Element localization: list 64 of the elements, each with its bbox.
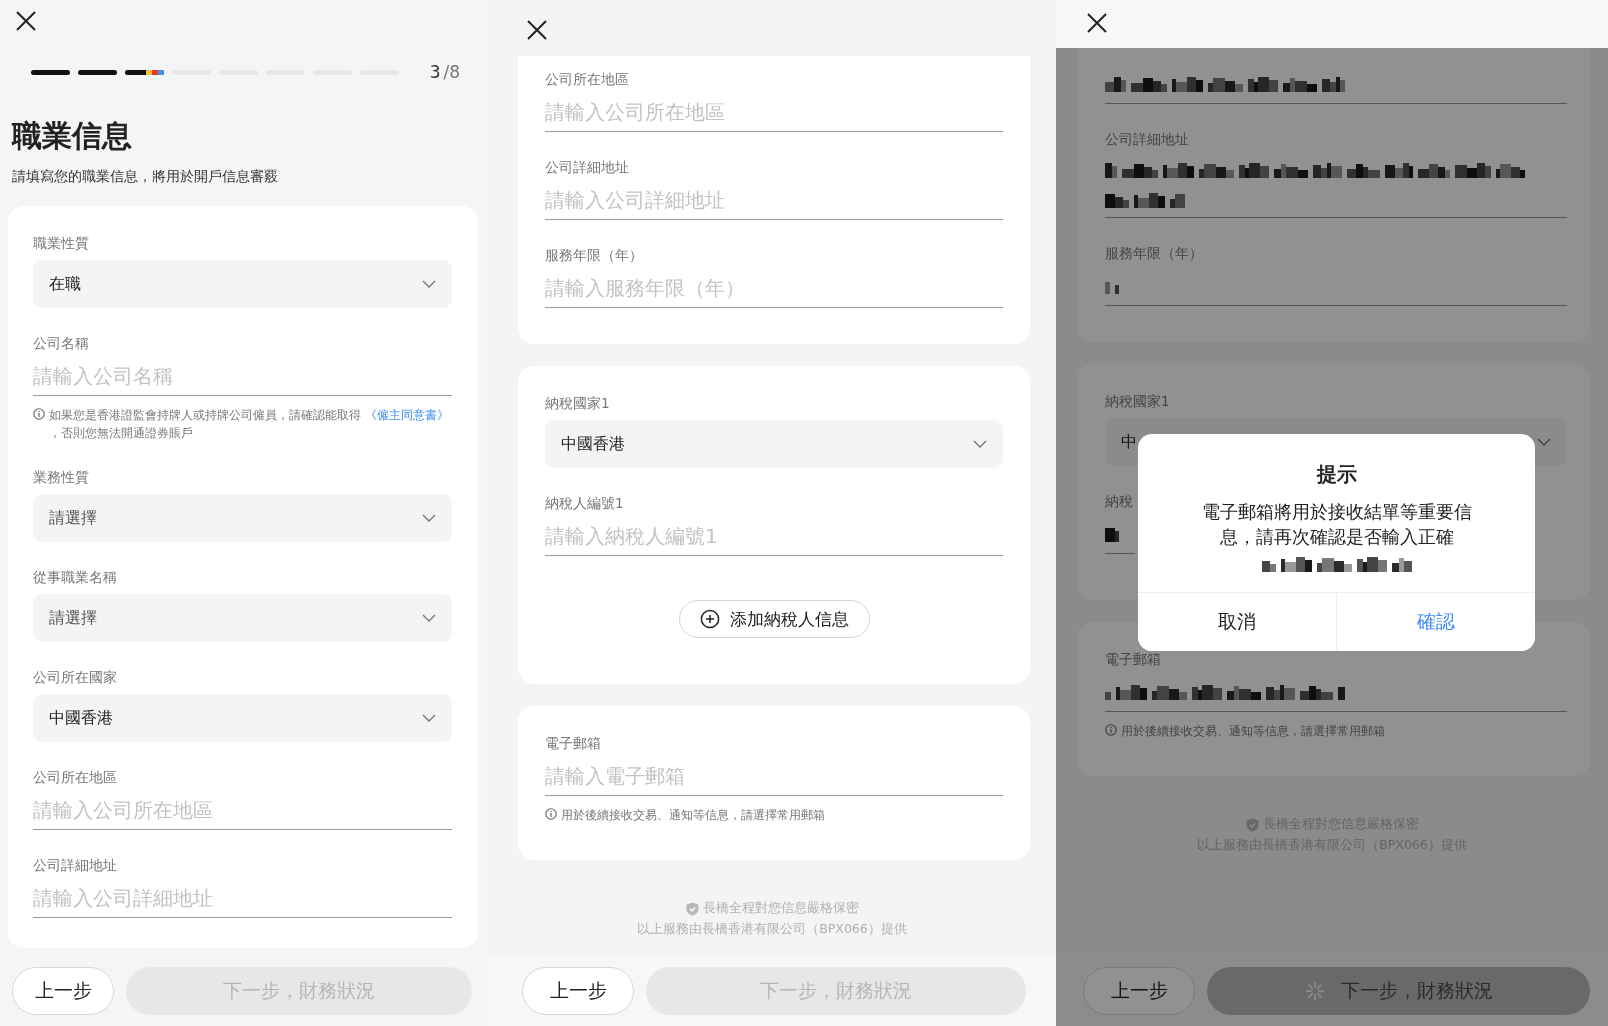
dialog-title: 提示 (1315, 461, 1358, 488)
input-field[interactable]: 請輸入公司所在地區 (33, 790, 452, 830)
input-field[interactable]: 請輸入納稅人編號1 (545, 516, 1003, 556)
field-label: 公司名稱 (33, 334, 90, 352)
field-label: 職業性質 (33, 234, 90, 252)
field-label: 公司所在地區 (33, 768, 118, 786)
step-total: /8 (443, 62, 460, 82)
shield-check-icon (1245, 817, 1259, 832)
field-label: 納稅國家1 (545, 394, 611, 412)
field-label: 納稅國家1 (1105, 392, 1171, 410)
dialog-message: 電子郵箱將用於接收結單等重要信息，請再次確認是否輸入正確 (1200, 501, 1473, 549)
select-field[interactable]: 中國香港 (33, 694, 452, 742)
plus-circle-icon (699, 609, 720, 629)
back-button[interactable]: 上一步 (1083, 966, 1195, 1015)
field-label: 服務年限（年） (1105, 244, 1204, 262)
info-icon (1105, 724, 1117, 736)
chevron-down-icon (422, 514, 436, 522)
hint-text: 用於後續接收交易、通知等信息，請選擇常用郵箱 (561, 807, 825, 824)
input-field[interactable]: 請輸入電子郵箱 (545, 756, 1003, 796)
chevron-down-icon (973, 440, 987, 448)
chevron-down-icon (422, 280, 436, 288)
privacy-text: 長橋全程對您信息嚴格保密 (702, 900, 859, 917)
field-label: 納稅人編號1 (545, 494, 625, 512)
input-field[interactable]: 請輸入公司詳細地址 (33, 878, 452, 918)
field-label: 業務性質 (33, 468, 90, 486)
input-field[interactable]: 請輸入服務年限（年） (545, 268, 1003, 308)
add-taxpayer-button[interactable]: 添加納稅人信息 (678, 600, 870, 638)
input-field[interactable]: 請輸入公司詳細地址 (545, 180, 1003, 220)
back-button[interactable]: 上一步 (12, 966, 114, 1015)
chevron-down-icon (1537, 438, 1551, 446)
select-field[interactable]: 中國香港 (545, 420, 1003, 468)
page-title: 職業信息 (12, 117, 133, 155)
input-field[interactable]: 請輸入公司名稱 (33, 356, 452, 396)
info-icon (545, 808, 557, 820)
field-label: 從事職業名稱 (33, 568, 118, 586)
select-field[interactable]: 在職 (33, 260, 452, 308)
field-label: 公司詳細地址 (545, 158, 630, 176)
field-label: 公司所在國家 (33, 668, 118, 686)
field-label: 服務年限（年） (545, 246, 644, 264)
page-subtitle: 請填寫您的職業信息，將用於開戶信息審覈 (12, 168, 279, 186)
close-icon[interactable] (15, 10, 37, 32)
field-label: 公司所在地區 (545, 70, 630, 88)
hint-text: 如果您是香港證監會持牌人或持牌公司僱員，請確認能取得 《僱主同意書》 ，否則您無法開通證券賬戶 (49, 407, 450, 442)
agreement-link[interactable]: 《僱主同意書》 (364, 408, 449, 422)
field-label: 電子郵箱 (1105, 650, 1162, 668)
info-icon (33, 408, 45, 420)
close-icon[interactable] (526, 19, 548, 41)
field-label: 公司詳細地址 (1105, 130, 1190, 148)
select-field[interactable]: 請選擇 (33, 494, 452, 542)
close-icon[interactable] (1086, 12, 1108, 34)
field-label: 公司詳細地址 (33, 856, 118, 874)
input-field[interactable]: 請輸入公司所在地區 (545, 92, 1003, 132)
chevron-down-icon (422, 714, 436, 722)
shield-check-icon (685, 901, 699, 916)
spinner-icon (1304, 980, 1325, 1001)
select-field[interactable]: 請選擇 (33, 594, 452, 642)
field-label: 納稅 (1105, 492, 1134, 510)
cancel-button[interactable]: 取消 (1138, 593, 1337, 651)
step-count: 3 (429, 62, 441, 82)
chevron-down-icon (422, 614, 436, 622)
field-label: 電子郵箱 (545, 734, 602, 752)
provider-text: 以上服務由長橋香港有限公司（BPX066）提供 (637, 921, 907, 938)
hint-text: 用於後續接收交易、通知等信息，請選擇常用郵箱 (1121, 723, 1385, 740)
back-button[interactable]: 上一步 (522, 966, 634, 1015)
